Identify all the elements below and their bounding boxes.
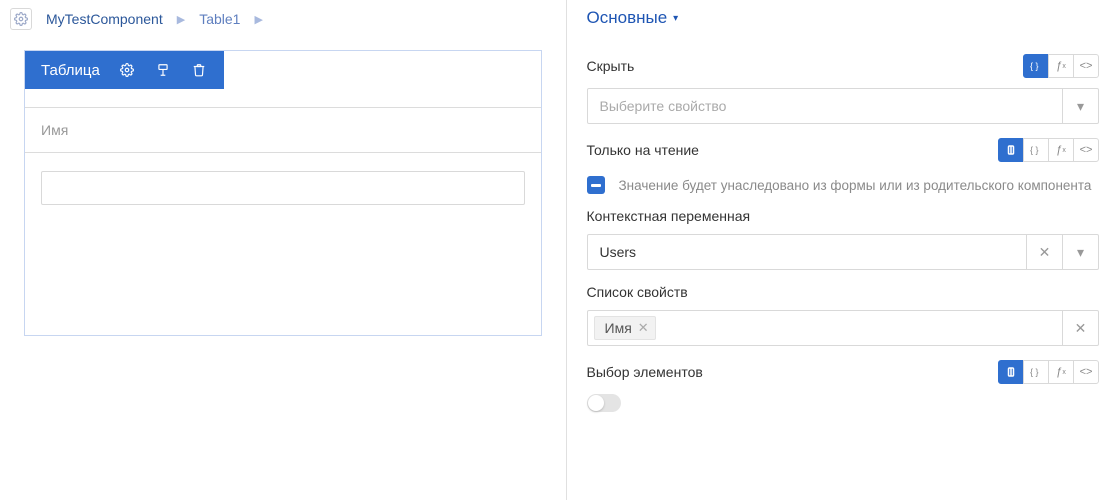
mode-switch: { } ƒx <> — [998, 138, 1099, 162]
mode-expression[interactable]: { } — [1023, 138, 1049, 162]
settings-icon[interactable] — [118, 61, 136, 79]
card-title: Таблица — [41, 62, 100, 79]
breadcrumb: MyTestComponent ▶ Table1 ▶ — [0, 0, 566, 38]
clear-icon[interactable]: ✕ — [1027, 234, 1063, 270]
design-canvas: Таблица Имя — [0, 38, 566, 360]
table-card[interactable]: Таблица Имя — [24, 50, 542, 336]
mode-fx[interactable]: ƒx — [1048, 54, 1074, 78]
mode-link[interactable] — [998, 360, 1024, 384]
chevron-down-icon: ▾ — [673, 13, 678, 24]
mode-switch: { } ƒx <> — [998, 360, 1099, 384]
chevron-right-icon: ▶ — [177, 13, 185, 26]
property-select[interactable]: Выберите свойство — [587, 88, 1064, 124]
tag-remove-icon[interactable]: ✕ — [638, 320, 649, 336]
inherit-checkbox[interactable] — [587, 176, 605, 194]
prop-selection: Выбор элементов { } ƒx <> — [587, 360, 1100, 412]
prop-readonly: Только на чтение { } ƒx <> Значение буде… — [587, 138, 1100, 194]
clear-icon[interactable]: ✕ — [1063, 310, 1099, 346]
dropdown-caret-icon[interactable]: ▾ — [1063, 234, 1099, 270]
properties-panel: Основные ▾ Скрыть { } ƒx <> Выберите сво… — [566, 0, 1119, 500]
tag-label: Имя — [605, 320, 632, 336]
prop-property-list: Список свойств Имя ✕ ✕ — [587, 284, 1100, 346]
chevron-right-icon: ▶ — [254, 13, 262, 26]
prop-label: Скрыть — [587, 58, 635, 74]
prop-context-var: Контекстная переменная Users ✕ ▾ — [587, 208, 1100, 270]
trash-icon[interactable] — [190, 61, 208, 79]
tags-input[interactable]: Имя ✕ — [587, 310, 1064, 346]
prop-label: Выбор элементов — [587, 364, 703, 380]
svg-text:{ }: { } — [1030, 145, 1039, 155]
breadcrumb-item[interactable]: Table1 — [199, 11, 240, 27]
mode-fx[interactable]: ƒx — [1048, 138, 1074, 162]
context-var-select[interactable]: Users — [587, 234, 1028, 270]
prop-hide: Скрыть { } ƒx <> Выберите свойство ▾ — [587, 54, 1100, 124]
svg-text:{ }: { } — [1030, 367, 1039, 377]
prop-label: Список свойств — [587, 284, 688, 300]
layout-icon[interactable] — [154, 61, 172, 79]
mode-code[interactable]: <> — [1073, 138, 1099, 162]
mode-switch: { } ƒx <> — [1023, 54, 1099, 78]
breadcrumb-item[interactable]: MyTestComponent — [46, 11, 163, 27]
mode-expression[interactable]: { } — [1023, 54, 1049, 78]
prop-label: Контекстная переменная — [587, 208, 751, 224]
section-title: Основные — [587, 8, 668, 28]
cell-input[interactable] — [41, 171, 525, 205]
prop-label: Только на чтение — [587, 142, 699, 158]
gear-icon[interactable] — [10, 8, 32, 30]
mode-code[interactable]: <> — [1073, 360, 1099, 384]
tag: Имя ✕ — [594, 316, 656, 340]
inherit-hint: Значение будет унаследовано из формы или… — [619, 178, 1092, 193]
mode-fx[interactable]: ƒx — [1048, 360, 1074, 384]
section-toggle[interactable]: Основные ▾ — [587, 0, 1100, 40]
dropdown-caret-icon[interactable]: ▾ — [1063, 88, 1099, 124]
svg-text:{ }: { } — [1030, 61, 1039, 71]
mode-link[interactable] — [998, 138, 1024, 162]
mode-expression[interactable]: { } — [1023, 360, 1049, 384]
selection-toggle[interactable] — [587, 394, 621, 412]
mode-code[interactable]: <> — [1073, 54, 1099, 78]
column-header[interactable]: Имя — [25, 107, 541, 153]
table-card-header: Таблица — [25, 51, 224, 89]
